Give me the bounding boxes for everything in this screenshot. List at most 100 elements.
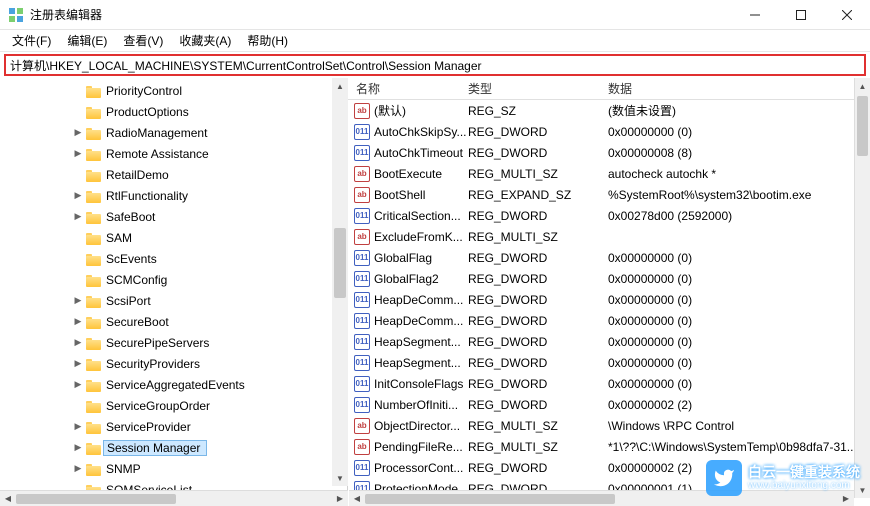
tree-item[interactable]: ▶ SecureBoot — [0, 311, 347, 332]
list-row[interactable]: 011HeapDeComm...REG_DWORD0x00000000 (0) — [348, 310, 870, 331]
minimize-button[interactable] — [732, 0, 778, 29]
column-header-name[interactable]: 名称 — [348, 80, 468, 97]
tree-item[interactable]: ▶ServiceAggregatedEvents — [0, 374, 347, 395]
scroll-thumb[interactable] — [857, 96, 868, 156]
menu-edit[interactable]: 编辑(E) — [59, 30, 115, 51]
tree-item-label: Remote Assistance — [106, 147, 209, 161]
value-type: REG_SZ — [468, 104, 608, 118]
folder-icon — [86, 168, 102, 182]
menu-favorites[interactable]: 收藏夹(A) — [171, 30, 239, 51]
tree-item[interactable]: ▶ServiceProvider — [0, 416, 347, 437]
scroll-right-icon[interactable]: ▶ — [332, 491, 348, 506]
address-bar[interactable]: 计算机\HKEY_LOCAL_MACHINE\SYSTEM\CurrentCon… — [4, 54, 866, 76]
folder-icon — [86, 105, 102, 119]
list-row[interactable]: 011ProcessorCont...REG_DWORD0x00000002 (… — [348, 457, 870, 478]
list-row[interactable]: 011GlobalFlag2REG_DWORD0x00000000 (0) — [348, 268, 870, 289]
tree-item[interactable]: ▶ServiceGroupOrder — [0, 395, 347, 416]
tree-item[interactable]: ▶SecurityProviders — [0, 353, 347, 374]
scroll-thumb[interactable] — [365, 494, 615, 504]
value-name: AutoChkSkipSy... — [374, 125, 466, 139]
tree-item[interactable]: ▶Session Manager — [0, 437, 347, 458]
tree-item-label: SecureBoot — [106, 315, 169, 329]
tree-item[interactable]: ▶SecurePipeServers — [0, 332, 347, 353]
value-data: \Windows \RPC Control — [608, 419, 870, 433]
chevron-right-icon[interactable]: ▶ — [72, 421, 84, 432]
tree-scrollbar-vertical[interactable]: ▲ ▼ — [332, 78, 348, 486]
tree-item[interactable]: ▶SNMP — [0, 458, 347, 479]
chevron-right-icon[interactable]: ▶ — [72, 316, 84, 327]
chevron-right-icon[interactable]: ▶ — [72, 337, 84, 348]
list-row[interactable]: 011InitConsoleFlagsREG_DWORD0x00000000 (… — [348, 373, 870, 394]
string-value-icon: ab — [354, 187, 370, 203]
list-row[interactable]: ab(默认)REG_SZ(数值未设置) — [348, 100, 870, 121]
tree-item[interactable]: ▶RtlFunctionality — [0, 185, 347, 206]
list-row[interactable]: 011CriticalSection...REG_DWORD0x00278d00… — [348, 205, 870, 226]
scroll-down-icon[interactable]: ▼ — [332, 470, 348, 486]
chevron-right-icon[interactable]: ▶ — [72, 463, 84, 474]
folder-icon — [86, 126, 102, 140]
tree-item[interactable]: ▶ProductOptions — [0, 101, 347, 122]
list-row[interactable]: 011HeapSegment...REG_DWORD0x00000000 (0) — [348, 331, 870, 352]
tree-item[interactable]: ▶SafeBoot — [0, 206, 347, 227]
list-body[interactable]: ab(默认)REG_SZ(数值未设置)011AutoChkSkipSy...RE… — [348, 100, 870, 504]
menu-help[interactable]: 帮助(H) — [239, 30, 296, 51]
tree-item[interactable]: ▶SCMConfig — [0, 269, 347, 290]
list-row[interactable]: abObjectDirector...REG_MULTI_SZ\Windows … — [348, 415, 870, 436]
value-name: PendingFileRe... — [374, 440, 463, 454]
menu-view[interactable]: 查看(V) — [115, 30, 171, 51]
scroll-up-icon[interactable]: ▲ — [332, 78, 348, 94]
scroll-left-icon[interactable]: ◀ — [349, 491, 365, 506]
list-row[interactable]: 011AutoChkSkipSy...REG_DWORD0x00000000 (… — [348, 121, 870, 142]
list-scrollbar-vertical[interactable]: ▲ ▼ — [854, 78, 870, 498]
scroll-up-icon[interactable]: ▲ — [855, 78, 870, 94]
list-row[interactable]: abBootShellREG_EXPAND_SZ%SystemRoot%\sys… — [348, 184, 870, 205]
folder-icon — [86, 273, 102, 287]
scroll-left-icon[interactable]: ◀ — [0, 491, 16, 506]
tree-item[interactable]: ▶RadioManagement — [0, 122, 347, 143]
tree-item[interactable]: ▶SAM — [0, 227, 347, 248]
cell-name: abPendingFileRe... — [348, 439, 468, 455]
chevron-right-icon[interactable]: ▶ — [72, 295, 84, 306]
list-row[interactable]: abBootExecuteREG_MULTI_SZautocheck autoc… — [348, 163, 870, 184]
tree-item[interactable]: ▶ Remote Assistance — [0, 143, 347, 164]
list-row[interactable]: 011AutoChkTimeoutREG_DWORD0x00000008 (8) — [348, 142, 870, 163]
scroll-thumb[interactable] — [334, 228, 346, 298]
chevron-right-icon[interactable]: ▶ — [72, 379, 84, 390]
column-header-type[interactable]: 类型 — [468, 80, 608, 97]
chevron-right-icon[interactable]: ▶ — [72, 127, 84, 138]
menu-file[interactable]: 文件(F) — [4, 30, 59, 51]
maximize-button[interactable] — [778, 0, 824, 29]
scroll-thumb[interactable] — [16, 494, 176, 504]
chevron-right-icon[interactable]: ▶ — [72, 358, 84, 369]
scroll-down-icon[interactable]: ▼ — [855, 482, 870, 498]
chevron-right-icon[interactable]: ▶ — [72, 442, 84, 453]
tree-item[interactable]: ▶PriorityControl — [0, 80, 347, 101]
tree-item[interactable]: ▶ScsiPort — [0, 290, 347, 311]
binary-value-icon: 011 — [354, 334, 370, 350]
list-row[interactable]: 011GlobalFlagREG_DWORD0x00000000 (0) — [348, 247, 870, 268]
value-name: HeapDeComm... — [374, 314, 463, 328]
list-row[interactable]: abPendingFileRe...REG_MULTI_SZ*1\??\C:\W… — [348, 436, 870, 457]
chevron-right-icon[interactable]: ▶ — [72, 211, 84, 222]
list-row[interactable]: 011NumberOfIniti...REG_DWORD0x00000002 (… — [348, 394, 870, 415]
folder-icon — [86, 399, 102, 413]
cell-name: 011GlobalFlag — [348, 250, 468, 266]
scroll-right-icon[interactable]: ▶ — [838, 491, 854, 506]
cell-name: abExcludeFromK... — [348, 229, 468, 245]
list-row[interactable]: 011HeapDeComm...REG_DWORD0x00000000 (0) — [348, 289, 870, 310]
address-text: 计算机\HKEY_LOCAL_MACHINE\SYSTEM\CurrentCon… — [10, 57, 482, 74]
tree-panel[interactable]: ▶PriorityControl▶ProductOptions▶RadioMan… — [0, 78, 348, 504]
close-button[interactable] — [824, 0, 870, 29]
value-name: ObjectDirector... — [374, 419, 460, 433]
binary-value-icon: 011 — [354, 271, 370, 287]
list-row[interactable]: 011HeapSegment...REG_DWORD0x00000000 (0) — [348, 352, 870, 373]
chevron-right-icon[interactable]: ▶ — [72, 148, 84, 159]
chevron-right-icon[interactable]: ▶ — [72, 190, 84, 201]
tree-scrollbar-horizontal[interactable]: ◀ ▶ — [0, 490, 348, 506]
tree-item[interactable]: ▶ScEvents — [0, 248, 347, 269]
column-header-data[interactable]: 数据 — [608, 80, 870, 97]
tree-item[interactable]: ▶RetailDemo — [0, 164, 347, 185]
list-row[interactable]: abExcludeFromK...REG_MULTI_SZ — [348, 226, 870, 247]
value-type: REG_DWORD — [468, 335, 608, 349]
list-scrollbar-horizontal[interactable]: ◀ ▶ — [349, 490, 854, 506]
